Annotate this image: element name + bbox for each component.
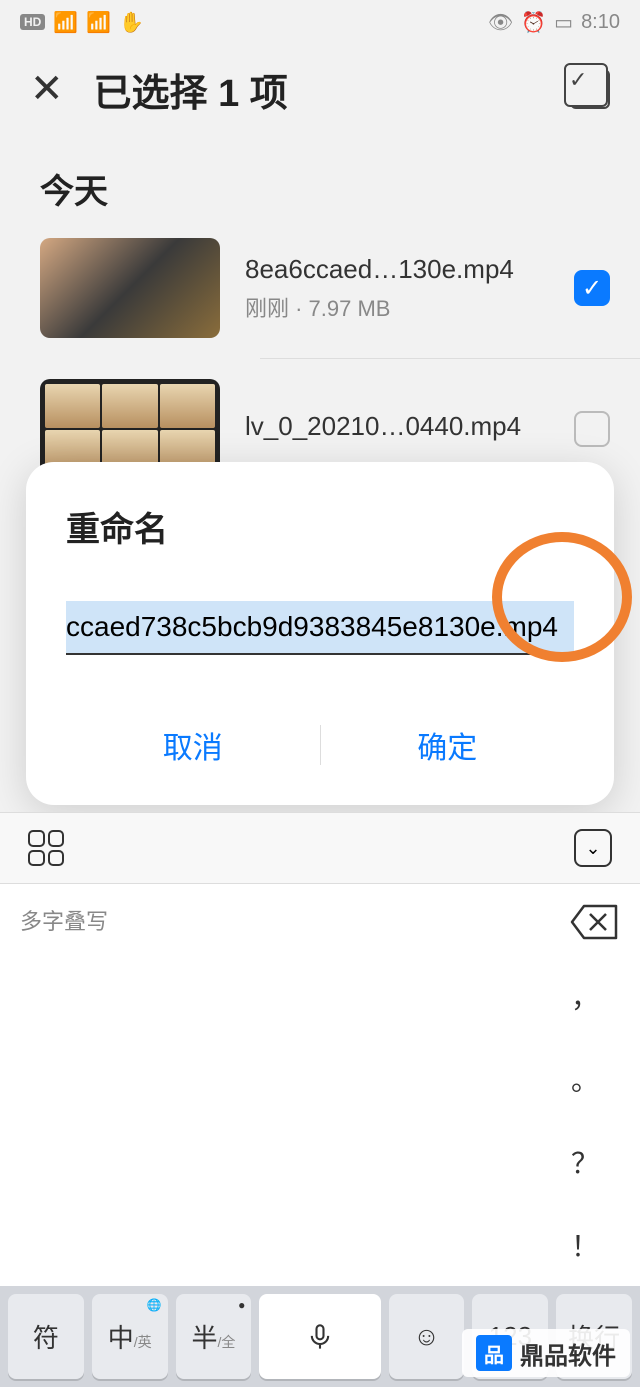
eye-icon: 👁 xyxy=(488,10,513,35)
close-icon[interactable]: ✕ xyxy=(30,66,64,112)
section-today: 今天 xyxy=(0,134,640,228)
collapse-keyboard-icon[interactable]: ⌄ xyxy=(574,829,612,867)
microphone-icon xyxy=(306,1323,334,1351)
width-key[interactable]: ● 半/全 xyxy=(176,1294,252,1379)
watermark-icon: 品 xyxy=(476,1335,512,1371)
header: ✕ 已选择 1 项 ✓ xyxy=(0,44,640,134)
watermark: 品 鼎品软件 xyxy=(462,1329,630,1377)
globe-icon: 🌐 xyxy=(147,1298,162,1312)
clock-time: 8:10 xyxy=(581,11,620,34)
punct-key[interactable]: ， xyxy=(571,976,599,1016)
file-row[interactable]: 8ea6ccaed…130e.mp4 刚刚 · 7.97 MB ✓ xyxy=(0,228,640,348)
handwriting-hint: 多字叠写 xyxy=(20,904,108,936)
file-name: 8ea6ccaed…130e.mp4 xyxy=(245,254,574,285)
file-name: lv_0_20210…0440.mp4 xyxy=(245,411,574,442)
keyboard-toolbar: ⌄ xyxy=(0,812,640,884)
file-meta: 刚刚 · 7.97 MB xyxy=(245,291,574,323)
smile-icon: ☺ xyxy=(413,1321,440,1352)
voice-key[interactable] xyxy=(259,1294,380,1379)
rename-dialog: 重命名 取消 确定 xyxy=(26,462,614,805)
video-thumbnail xyxy=(40,238,220,338)
keyboard-switch-icon[interactable] xyxy=(28,830,64,866)
select-all-button[interactable]: ✓ xyxy=(570,69,610,109)
hand-icon: ✋ xyxy=(119,10,144,35)
punct-key[interactable]: 。 xyxy=(571,1059,599,1099)
page-title: 已选择 1 项 xyxy=(94,62,570,117)
cancel-button[interactable]: 取消 xyxy=(66,705,320,785)
signal-icon: 📶 xyxy=(53,10,78,35)
language-key[interactable]: 🌐 中/英 xyxy=(92,1294,168,1379)
handwriting-area[interactable]: 多字叠写 ， 。 ？ ！ xyxy=(0,884,640,1286)
symbol-key[interactable]: 符 xyxy=(8,1294,84,1379)
alarm-icon: ⏰ xyxy=(521,10,546,35)
punct-key[interactable]: ！ xyxy=(571,1225,599,1265)
status-bar: HD 📶 📶 ✋ 👁 ⏰ ▭ 8:10 xyxy=(0,0,640,44)
confirm-button[interactable]: 确定 xyxy=(321,705,575,785)
wifi-icon: 📶 xyxy=(86,10,111,35)
divider xyxy=(260,358,640,359)
hd-badge: HD xyxy=(20,14,45,30)
dialog-title: 重命名 xyxy=(66,502,574,551)
file-checkbox[interactable]: ✓ xyxy=(574,270,610,306)
emoji-key[interactable]: ☺ xyxy=(389,1294,465,1379)
rename-input[interactable] xyxy=(66,601,574,655)
battery-icon: ▭ xyxy=(554,10,573,35)
dot-icon: ● xyxy=(238,1298,245,1312)
backspace-icon[interactable] xyxy=(570,904,618,940)
punctuation-column: ， 。 ？ ！ xyxy=(555,954,615,1286)
punct-key[interactable]: ？ xyxy=(571,1142,599,1182)
file-checkbox[interactable] xyxy=(574,411,610,447)
